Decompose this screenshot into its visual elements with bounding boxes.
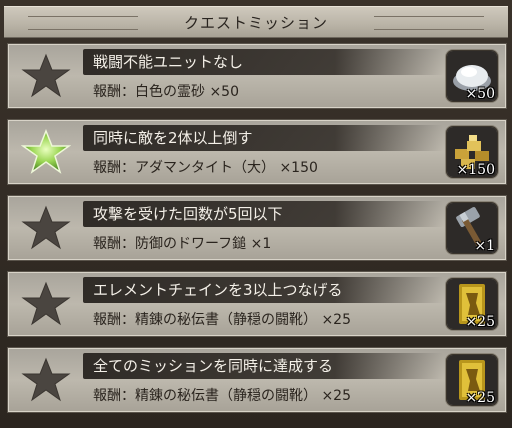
mission-name: 戦闘不能ユニットなし <box>93 53 244 71</box>
mission-reward: 報酬：防御のドワーフ鎚 ×1 <box>93 236 272 252</box>
star-icon <box>21 281 71 326</box>
star-icon <box>21 357 71 402</box>
mission-name: 攻撃を受けた回数が5回以下 <box>93 205 283 223</box>
mission-row: 全てのミッションを同時に達成する 報酬：精錬の秘伝書（静穏の闘靴） ×25 ×2… <box>8 348 506 412</box>
mission-reward: 報酬：精錬の秘伝書（静穏の闘靴） ×25 <box>93 388 351 404</box>
reward-quantity: ×25 <box>465 390 495 405</box>
star-icon <box>21 205 71 250</box>
reward-quantity: ×50 <box>465 86 495 101</box>
mission-reward: 報酬：アダマンタイト（大） ×150 <box>93 160 318 176</box>
reward-quantity: ×25 <box>465 314 495 329</box>
reward-item[interactable]: ×25 <box>447 279 497 329</box>
reward-quantity: ×150 <box>456 162 495 177</box>
page-title: クエストミッション <box>183 13 328 32</box>
reward-item[interactable]: ×150 <box>447 127 497 177</box>
reward-item[interactable]: ×25 <box>447 355 497 405</box>
mission-name: 同時に敵を2体以上倒す <box>93 129 253 147</box>
header-ornament-left <box>28 16 138 30</box>
panel-header: クエストミッション <box>4 6 508 38</box>
mission-reward: 報酬：精錬の秘伝書（静穏の闘靴） ×25 <box>93 312 351 328</box>
star-icon <box>21 53 71 98</box>
header-ornament-right <box>374 16 484 30</box>
mission-row: 戦闘不能ユニットなし 報酬：白色の霊砂 ×50 ×50 <box>8 44 506 108</box>
reward-item[interactable]: ×50 <box>447 51 497 101</box>
mission-name: 全てのミッションを同時に達成する <box>93 357 334 375</box>
mission-reward: 報酬：白色の霊砂 ×50 <box>93 84 239 100</box>
reward-quantity: ×1 <box>474 238 495 253</box>
mission-row: 攻撃を受けた回数が5回以下 報酬：防御のドワーフ鎚 ×1 ×1 <box>8 196 506 260</box>
reward-item[interactable]: ×1 <box>447 203 497 253</box>
mission-row: 同時に敵を2体以上倒す 報酬：アダマンタイト（大） ×150 ×150 <box>8 120 506 184</box>
mission-row: エレメントチェインを3以上つなげる 報酬：精錬の秘伝書（静穏の闘靴） ×25 ×… <box>8 272 506 336</box>
star-icon <box>21 129 71 174</box>
mission-name: エレメントチェインを3以上つなげる <box>93 281 343 299</box>
